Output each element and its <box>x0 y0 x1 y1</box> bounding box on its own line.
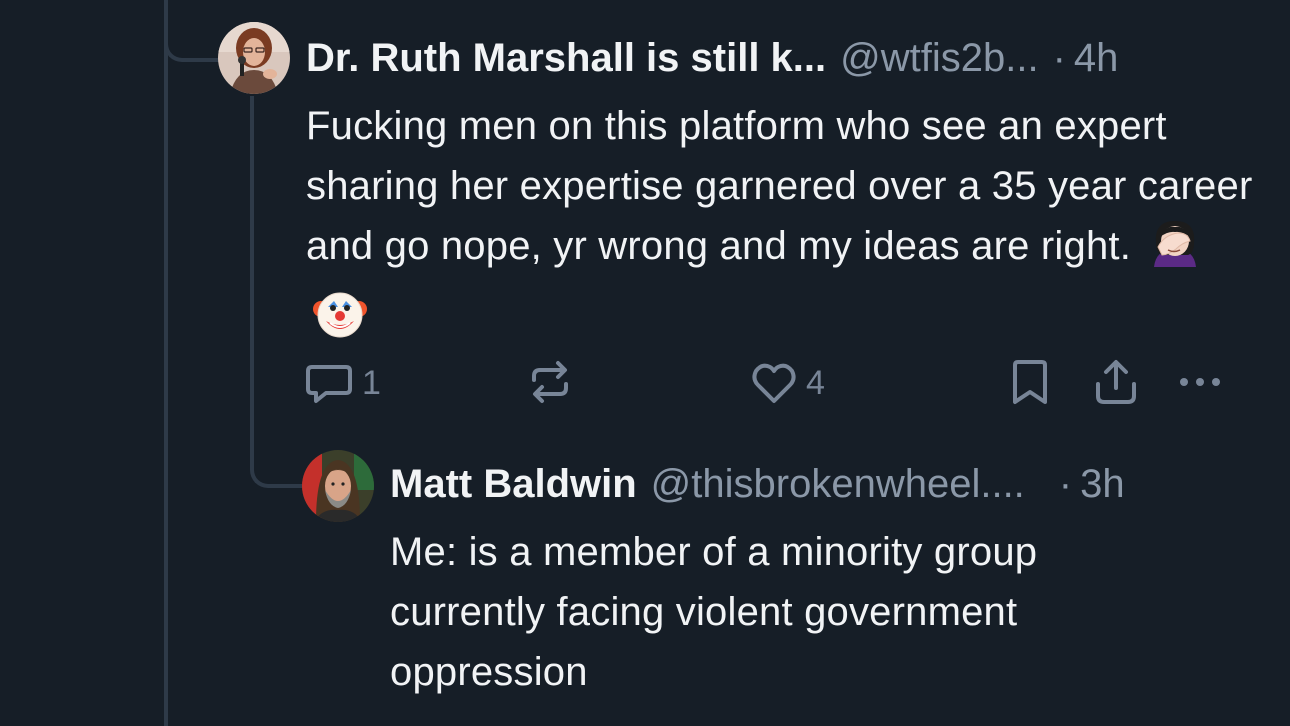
thread-connector-post1 <box>164 0 222 62</box>
share-icon <box>1096 360 1136 404</box>
post1-timestamp[interactable]: 4h <box>1074 34 1119 82</box>
more-options-button[interactable] <box>1176 358 1224 406</box>
post1-handle[interactable]: @wtfis2b... <box>840 34 1038 82</box>
post1-body: Fucking men on this platform who see an … <box>306 96 1256 356</box>
post2-handle[interactable]: @thisbrokenwheel.... <box>651 460 1025 508</box>
post1-display-name[interactable]: Dr. Ruth Marshall is still k... <box>306 34 826 82</box>
post1-body-text: Fucking men on this platform who see an … <box>306 104 1253 268</box>
avatar-ruth-marshall-icon <box>218 22 290 94</box>
post1-action-bar: 1 4 <box>304 358 1240 408</box>
like-button[interactable]: 4 <box>750 358 825 408</box>
post2-body: Me: is a member of a minority group curr… <box>390 522 1190 702</box>
post2-timestamp[interactable]: 3h <box>1080 460 1125 508</box>
thread-view: Dr. Ruth Marshall is still k... @wtfis2b… <box>0 0 1290 726</box>
post1-avatar[interactable] <box>218 22 290 94</box>
like-count: 4 <box>806 364 825 402</box>
bookmark-icon <box>1013 360 1047 404</box>
repost-button[interactable] <box>526 358 582 406</box>
thread-connector-post2 <box>250 424 304 488</box>
clown-face-emoji-icon <box>312 289 368 356</box>
thread-line-outer <box>164 0 168 726</box>
thread-line-inner <box>250 96 254 426</box>
post2-body-text: Me: is a member of a minority group curr… <box>390 530 1038 694</box>
reply-count: 1 <box>362 364 381 402</box>
woman-facepalming-emoji-icon <box>1148 219 1202 286</box>
post2-display-name[interactable]: Matt Baldwin <box>390 460 637 508</box>
ellipsis-icon <box>1180 378 1220 386</box>
reply-icon <box>306 365 352 403</box>
post2-avatar[interactable] <box>302 450 374 522</box>
avatar-matt-baldwin-icon <box>302 450 374 522</box>
repost-icon <box>532 361 568 403</box>
bookmark-button[interactable] <box>1010 358 1050 406</box>
post1-separator: · <box>1052 36 1066 80</box>
reply-button[interactable]: 1 <box>304 358 381 408</box>
heart-icon <box>752 363 796 403</box>
post2-header: Matt Baldwin @thisbrokenwheel.... · 3h <box>390 460 1125 508</box>
share-button[interactable] <box>1092 358 1140 406</box>
post2-separator: · <box>1058 462 1073 506</box>
post1-header: Dr. Ruth Marshall is still k... @wtfis2b… <box>306 34 1118 82</box>
